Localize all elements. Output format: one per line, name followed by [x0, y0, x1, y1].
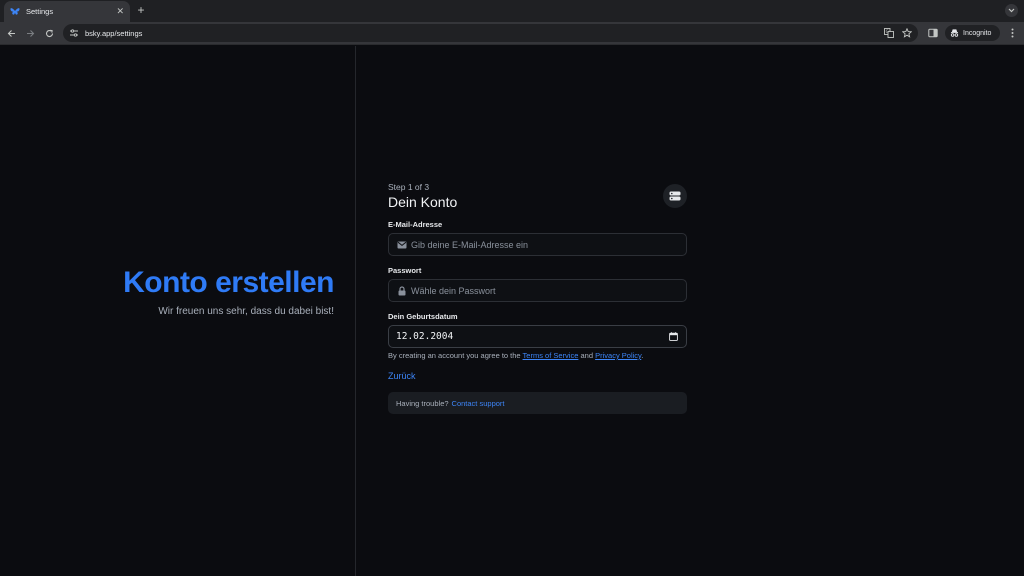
butterfly-icon — [10, 7, 20, 17]
password-field[interactable]: Wähle dein Passwort — [388, 279, 687, 302]
terms-text: By creating an account you agree to the … — [388, 351, 643, 360]
back-link[interactable]: Zurück — [388, 371, 416, 381]
step-indicator: Step 1 of 3 — [388, 182, 430, 192]
tab-search-button[interactable] — [1005, 4, 1018, 17]
page-title: Konto erstellen — [123, 266, 334, 299]
more-menu-icon[interactable] — [1006, 27, 1018, 39]
column-divider — [355, 46, 356, 576]
reload-icon[interactable] — [43, 27, 56, 40]
incognito-label: Incognito — [963, 29, 992, 37]
signup-form: Step 1 of 3 Dein Konto E-Mail-Adresse Gi… — [388, 182, 687, 348]
close-tab-icon[interactable]: ✕ — [116, 7, 124, 16]
birthdate-label: Dein Geburtsdatum — [388, 312, 458, 321]
bookmark-star-icon[interactable] — [902, 28, 912, 38]
terms-of-service-link[interactable]: Terms of Service — [523, 351, 579, 360]
url-text: bsky.app/settings — [85, 28, 143, 38]
browser-toolbar: bsky.app/settings G Incognito — [0, 22, 1024, 45]
email-field[interactable]: Gib deine E-Mail-Adresse ein — [388, 233, 687, 256]
lock-icon — [396, 285, 407, 296]
incognito-indicator[interactable]: Incognito — [945, 25, 1000, 41]
birthdate-value: 12.02.2004 — [396, 331, 454, 342]
birthdate-field[interactable]: 12.02.2004 — [388, 325, 687, 348]
form-title: Dein Konto — [388, 194, 458, 210]
browser-tab-bar: Settings ✕ + — [0, 0, 1024, 22]
site-settings-icon[interactable] — [69, 28, 79, 38]
new-tab-button[interactable]: + — [134, 3, 148, 17]
page-subtitle: Wir freuen uns sehr, dass du dabei bist! — [158, 306, 334, 317]
server-select-button[interactable] — [663, 184, 687, 208]
email-placeholder: Gib deine E-Mail-Adresse ein — [411, 239, 529, 250]
calendar-icon[interactable] — [669, 328, 678, 346]
support-box: Having trouble? Contact support — [388, 392, 687, 414]
privacy-policy-link[interactable]: Privacy Policy — [595, 351, 641, 360]
page-content: Konto erstellen Wir freuen uns sehr, das… — [0, 46, 1024, 576]
terms-suffix: . — [641, 351, 644, 360]
translate-icon[interactable]: G — [884, 28, 894, 38]
svg-text:G: G — [886, 29, 889, 34]
tab-title: Settings — [26, 7, 54, 16]
password-placeholder: Wähle dein Passwort — [411, 285, 496, 296]
back-arrow-icon[interactable] — [5, 27, 18, 40]
envelope-icon — [396, 239, 407, 250]
server-icon — [669, 191, 681, 201]
incognito-icon — [950, 24, 959, 42]
address-bar[interactable]: bsky.app/settings G — [63, 24, 918, 42]
support-prefix: Having trouble? — [396, 398, 449, 408]
contact-support-link[interactable]: Contact support — [452, 399, 505, 408]
password-label: Passwort — [388, 266, 422, 275]
browser-tab[interactable]: Settings ✕ — [4, 1, 130, 22]
side-panel-icon[interactable] — [927, 27, 939, 39]
terms-prefix: By creating an account you agree to the — [388, 351, 521, 360]
terms-and: and — [580, 351, 594, 360]
chevron-down-icon — [1008, 8, 1015, 13]
email-label: E-Mail-Adresse — [388, 220, 443, 229]
forward-arrow-icon[interactable] — [24, 27, 37, 40]
